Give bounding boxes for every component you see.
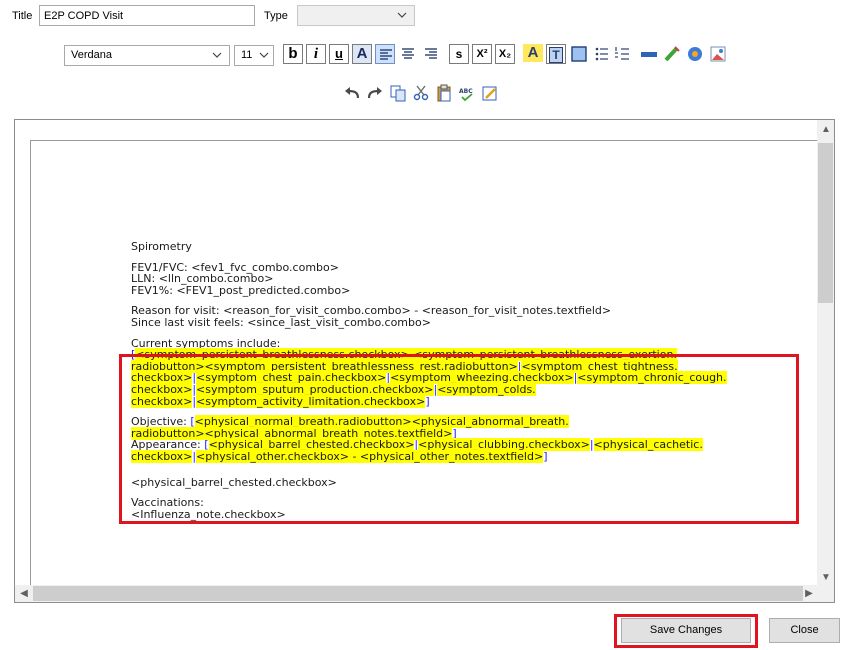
pen-button[interactable] (662, 44, 682, 64)
horizontal-line-icon (641, 52, 657, 57)
bullet-list-icon (595, 47, 608, 61)
vertical-scrollbar[interactable]: ▲ ▼ (817, 120, 834, 587)
font-size-select[interactable]: 11 (234, 45, 274, 66)
align-right-icon (425, 48, 437, 59)
insert-image-button[interactable] (708, 44, 728, 64)
text-box-button[interactable]: T (546, 44, 566, 64)
align-center-icon (402, 48, 414, 59)
superscript-button[interactable]: X² (472, 44, 492, 64)
edit-button[interactable] (480, 83, 500, 103)
border-box-icon (571, 46, 587, 62)
redo-icon (367, 87, 382, 99)
doc-fev1-line: FEV1%: <FEV1_post_predicted.combo> (131, 283, 351, 297)
horizontal-line-button[interactable] (639, 44, 659, 64)
font-size-value: 11 (241, 49, 253, 61)
undo-icon (345, 87, 360, 99)
pen-icon (664, 46, 680, 62)
redo-button[interactable] (365, 83, 385, 103)
numbered-list-icon (615, 47, 629, 60)
scissors-icon (413, 85, 429, 101)
image-icon (710, 46, 726, 62)
horizontal-scroll-thumb[interactable] (33, 586, 803, 601)
globe-info-icon (688, 47, 702, 61)
font-color-button[interactable]: A (352, 44, 372, 64)
border-button[interactable] (569, 44, 589, 64)
align-right-button[interactable] (421, 44, 441, 64)
chevron-down-icon (212, 52, 222, 58)
align-left-icon (380, 49, 392, 60)
cut-button[interactable] (411, 83, 431, 103)
subscript-button[interactable]: X₂ (495, 44, 515, 64)
horizontal-scrollbar[interactable]: ◀ ▶ (15, 585, 818, 602)
scroll-up-icon[interactable]: ▲ (820, 124, 832, 136)
strikethrough-button[interactable]: s (449, 44, 469, 64)
spell-check-button[interactable]: ABC (457, 83, 477, 103)
doc-since-line: Since last visit feels: <since_last_visi… (131, 315, 431, 329)
save-changes-button[interactable]: Save Changes (621, 618, 751, 643)
scroll-right-icon[interactable]: ▶ (803, 588, 815, 600)
align-center-button[interactable] (398, 44, 418, 64)
numbered-list-button[interactable] (613, 44, 633, 64)
spell-check-icon: ABC (459, 88, 473, 102)
title-label: Title (12, 10, 33, 22)
highlight-button[interactable]: A (523, 44, 543, 64)
highlight-annotation-box (119, 354, 799, 524)
bold-button[interactable]: b (283, 44, 303, 64)
clipboard-icon (437, 84, 451, 102)
title-input[interactable] (39, 5, 255, 26)
insert-field-button[interactable] (685, 44, 705, 64)
align-left-button[interactable] (375, 44, 395, 64)
copy-button[interactable] (388, 83, 408, 103)
italic-button[interactable]: i (306, 44, 326, 64)
pencil-edit-icon (482, 86, 497, 101)
scroll-down-icon[interactable]: ▼ (820, 572, 832, 584)
scroll-left-icon[interactable]: ◀ (18, 588, 30, 600)
chevron-down-icon (259, 52, 269, 58)
font-family-value: Verdana (71, 49, 112, 61)
copy-icon (390, 85, 406, 102)
chevron-down-icon (397, 12, 407, 18)
underline-button[interactable]: u (329, 44, 349, 64)
bullet-list-button[interactable] (592, 44, 612, 64)
vertical-scroll-thumb[interactable] (818, 143, 833, 303)
undo-button[interactable] (342, 83, 362, 103)
font-family-select[interactable]: Verdana (64, 45, 230, 66)
type-label: Type (264, 10, 288, 22)
doc-heading: Spirometry (131, 240, 192, 253)
close-button[interactable]: Close (769, 618, 840, 643)
paste-button[interactable] (434, 83, 454, 103)
scroll-corner (817, 585, 834, 602)
type-select[interactable] (297, 5, 415, 26)
